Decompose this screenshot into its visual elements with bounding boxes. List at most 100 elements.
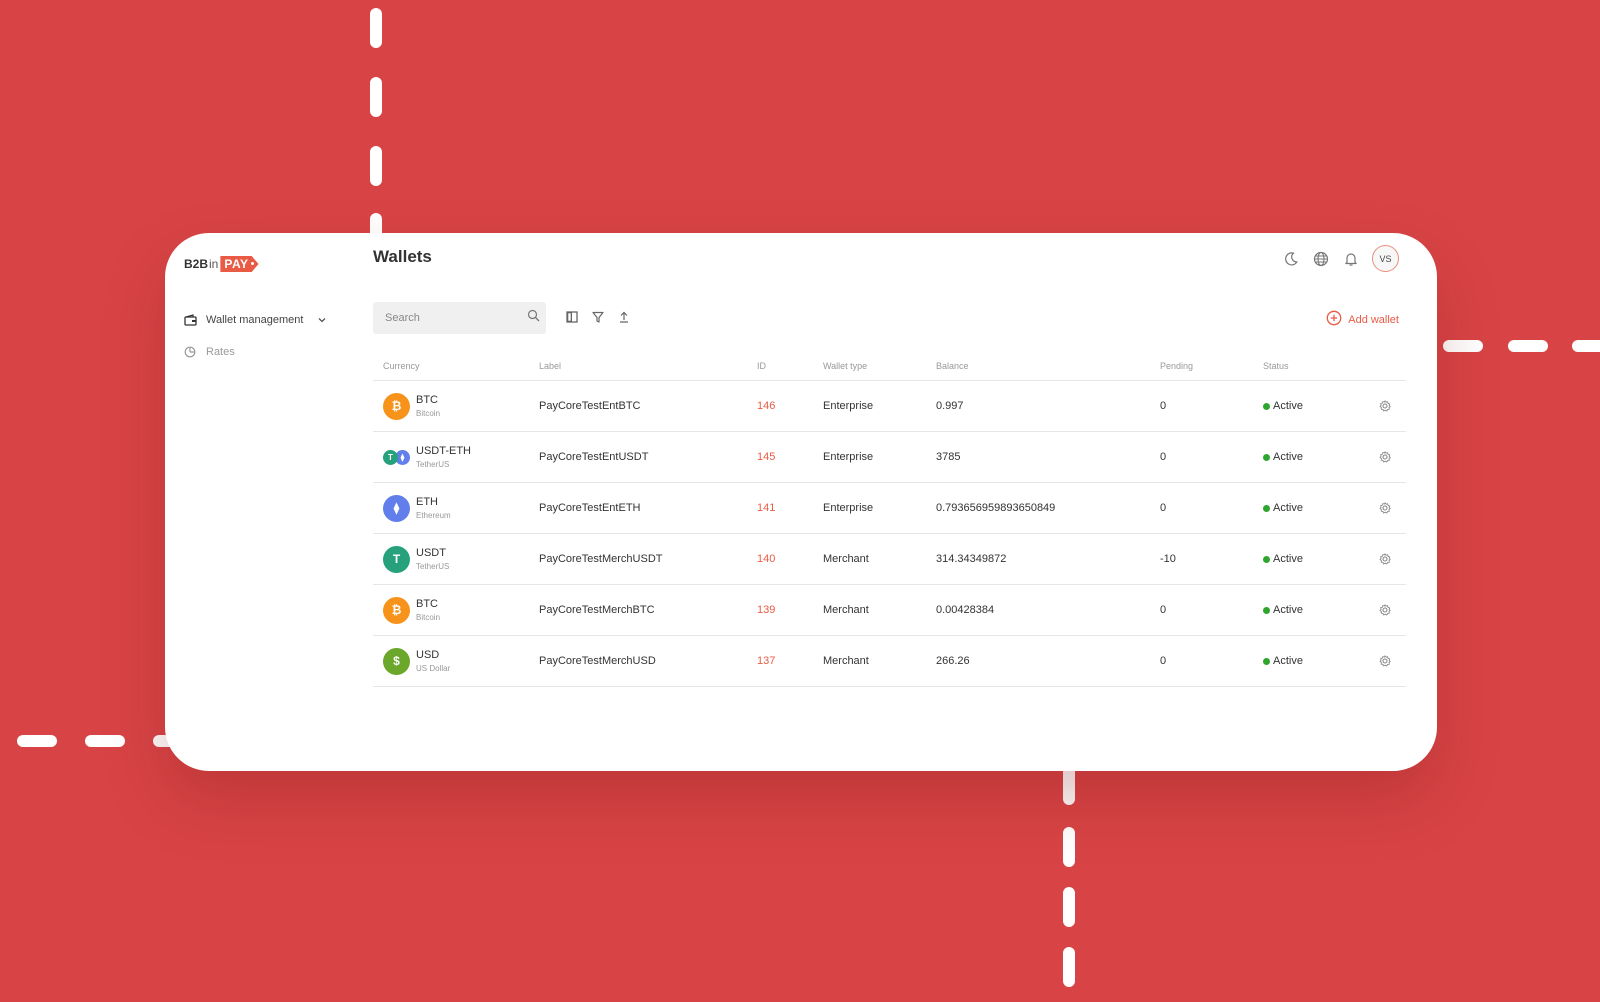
status-text: Active bbox=[1273, 604, 1303, 616]
wallet-label: PayCoreTestMerchUSD bbox=[539, 655, 656, 667]
column-header-currency[interactable]: Currency bbox=[373, 361, 539, 371]
wallet-balance: 3785 bbox=[936, 451, 961, 463]
wallet-label: PayCoreTestEntBTC bbox=[539, 400, 641, 412]
dash bbox=[1063, 887, 1075, 927]
plus-circle-icon bbox=[1326, 310, 1342, 329]
column-header-label[interactable]: Label bbox=[539, 361, 757, 371]
gear-icon[interactable] bbox=[1379, 655, 1391, 667]
column-header-id[interactable]: ID bbox=[757, 361, 823, 371]
tether-ethereum-icon: T ⧫ bbox=[383, 444, 410, 471]
wallet-balance: 0.793656959893650849 bbox=[936, 502, 1056, 514]
dash bbox=[1063, 827, 1075, 867]
dash bbox=[1572, 340, 1600, 352]
rates-icon bbox=[183, 345, 197, 359]
logo-b2b: B2B bbox=[184, 257, 209, 271]
wallet-balance: 314.34349872 bbox=[936, 553, 1007, 565]
wallet-label: PayCoreTestEntETH bbox=[539, 502, 641, 514]
app-window: B2B in PAY Wallet management Rates Walle… bbox=[165, 233, 1437, 771]
bitcoin-icon: ₿ bbox=[383, 596, 410, 624]
chevron-down-icon[interactable] bbox=[317, 315, 327, 325]
currency-code: USDT bbox=[416, 547, 446, 559]
wallet-id[interactable]: 139 bbox=[757, 604, 823, 616]
wallet-id[interactable]: 146 bbox=[757, 400, 823, 412]
gear-icon[interactable] bbox=[1379, 502, 1391, 514]
wallet-label: PayCoreTestMerchUSDT bbox=[539, 553, 663, 565]
wallet-id[interactable]: 145 bbox=[757, 451, 823, 463]
wallet-balance: 0.00428384 bbox=[936, 604, 995, 616]
column-header-status[interactable]: Status bbox=[1263, 361, 1363, 371]
moon-icon[interactable] bbox=[1282, 250, 1300, 268]
currency-cell: ₿ BTC Bitcoin bbox=[373, 596, 539, 624]
sidebar-item-rates[interactable]: Rates bbox=[183, 341, 333, 363]
wallet-id[interactable]: 141 bbox=[757, 502, 823, 514]
tether-icon: T bbox=[383, 545, 410, 573]
wallet-type: Enterprise bbox=[823, 502, 874, 514]
avatar[interactable]: VS bbox=[1372, 245, 1399, 272]
search-input[interactable] bbox=[385, 312, 527, 324]
table-header: Currency Label ID Wallet type Balance Pe… bbox=[373, 351, 1406, 381]
status-text: Active bbox=[1273, 655, 1303, 667]
dash bbox=[1508, 340, 1548, 352]
column-header-balance[interactable]: Balance bbox=[936, 361, 1160, 371]
wallet-pending: 0 bbox=[1160, 400, 1167, 412]
table-row[interactable]: T ⧫ USDT-ETH TetherUS PayCoreTestEntUSDT … bbox=[373, 432, 1406, 483]
status-badge: Active bbox=[1263, 655, 1363, 667]
table-row[interactable]: ₿ BTC Bitcoin PayCoreTestEntBTC 146 Ente… bbox=[373, 381, 1406, 432]
logo[interactable]: B2B in PAY bbox=[184, 254, 259, 274]
status-text: Active bbox=[1273, 553, 1303, 565]
sidebar-item-wallet-management[interactable]: Wallet management bbox=[183, 309, 333, 331]
table-row[interactable]: T USDT TetherUS PayCoreTestMerchUSDT 140… bbox=[373, 534, 1406, 585]
status-dot-icon bbox=[1263, 555, 1270, 563]
currency-cell: $ USD US Dollar bbox=[373, 647, 539, 675]
currency-name: Ethereum bbox=[416, 511, 451, 520]
gear-icon[interactable] bbox=[1379, 451, 1391, 463]
add-wallet-label: Add wallet bbox=[1348, 313, 1399, 326]
wallet-pending: 0 bbox=[1160, 655, 1167, 667]
filter-icon[interactable] bbox=[591, 310, 605, 324]
logo-in: in bbox=[209, 257, 219, 271]
wallet-pending: -10 bbox=[1160, 553, 1176, 565]
currency-name: US Dollar bbox=[416, 664, 451, 673]
sidebar-item-label: Rates bbox=[206, 346, 235, 358]
wallet-id[interactable]: 137 bbox=[757, 655, 823, 667]
wallet-type: Merchant bbox=[823, 604, 869, 616]
column-header-pending[interactable]: Pending bbox=[1160, 361, 1263, 371]
dash bbox=[1063, 765, 1075, 805]
page-title: Wallets bbox=[373, 247, 432, 266]
header-actions: VS bbox=[1282, 245, 1399, 272]
bitcoin-icon: ₿ bbox=[383, 392, 410, 420]
column-header-wallet-type[interactable]: Wallet type bbox=[823, 361, 936, 371]
wallet-balance: 0.997 bbox=[936, 400, 964, 412]
sidebar: Wallet management Rates bbox=[183, 309, 333, 373]
wallet-id[interactable]: 140 bbox=[757, 553, 823, 565]
add-wallet-button[interactable]: Add wallet bbox=[1326, 310, 1399, 329]
status-text: Active bbox=[1273, 400, 1303, 412]
globe-icon[interactable] bbox=[1312, 250, 1330, 268]
status-badge: Active bbox=[1263, 604, 1363, 616]
bell-icon[interactable] bbox=[1342, 250, 1360, 268]
dollar-icon: $ bbox=[383, 647, 410, 675]
search-icon[interactable] bbox=[527, 309, 540, 327]
wallet-type: Enterprise bbox=[823, 451, 874, 463]
sidebar-item-label: Wallet management bbox=[206, 314, 304, 326]
wallet-label: PayCoreTestEntUSDT bbox=[539, 451, 649, 463]
wallet-type: Merchant bbox=[823, 553, 869, 565]
status-dot-icon bbox=[1263, 453, 1270, 461]
table-row[interactable]: $ USD US Dollar PayCoreTestMerchUSD 137 … bbox=[373, 636, 1406, 687]
dash bbox=[1443, 340, 1483, 352]
gear-icon[interactable] bbox=[1379, 400, 1391, 412]
status-badge: Active bbox=[1263, 502, 1363, 514]
gear-icon[interactable] bbox=[1379, 604, 1391, 616]
status-text: Active bbox=[1273, 451, 1303, 463]
status-badge: Active bbox=[1263, 400, 1363, 412]
currency-code: ETH bbox=[416, 496, 438, 508]
table-row[interactable]: ⧫ ETH Ethereum PayCoreTestEntETH 141 Ent… bbox=[373, 483, 1406, 534]
table-row[interactable]: ₿ BTC Bitcoin PayCoreTestMerchBTC 139 Me… bbox=[373, 585, 1406, 636]
table-tools bbox=[565, 310, 631, 324]
currency-cell: T ⧫ USDT-ETH TetherUS bbox=[373, 444, 539, 471]
export-icon[interactable] bbox=[617, 310, 631, 324]
status-text: Active bbox=[1273, 502, 1303, 514]
gear-icon[interactable] bbox=[1379, 553, 1391, 565]
columns-icon[interactable] bbox=[565, 310, 579, 324]
currency-name: TetherUS bbox=[416, 562, 450, 571]
